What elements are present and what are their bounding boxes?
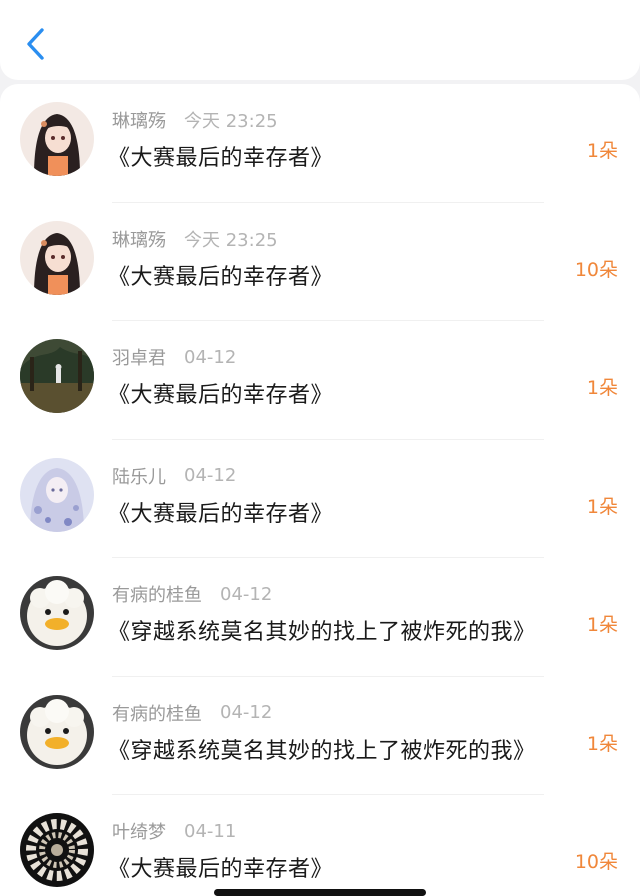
timestamp: 04-12 xyxy=(184,465,237,486)
home-indicator xyxy=(214,889,426,896)
list-item[interactable]: 羽卓君 04-12 《大赛最后的幸存者》 1朵 xyxy=(0,321,640,440)
flower-count: 1朵 xyxy=(586,495,618,518)
top-nav-bar xyxy=(0,0,640,80)
gift-record-list: 琳璃殇 今天 23:25 《大赛最后的幸存者》 1朵 琳璃殇 今天 23:25 … xyxy=(0,84,640,896)
list-item[interactable]: 叶绮梦 04-11 《大赛最后的幸存者》 10朵 xyxy=(0,795,640,896)
book-title: 《大赛最后的幸存者》 xyxy=(108,264,334,290)
timestamp: 04-12 xyxy=(220,583,273,605)
avatar[interactable] xyxy=(20,576,94,650)
username: 叶绮梦 xyxy=(112,822,166,843)
book-title: 《大赛最后的幸存者》 xyxy=(108,501,334,527)
avatar[interactable] xyxy=(20,813,94,887)
flower-count: 10朵 xyxy=(574,851,618,873)
timestamp: 04-12 xyxy=(220,702,273,723)
username: 羽卓君 xyxy=(112,348,166,369)
flower-count: 1朵 xyxy=(586,140,618,162)
list-item[interactable]: 有病的桂鱼 04-12 《穿越系统莫名其妙的找上了被炸死的我》 1朵 xyxy=(0,677,640,796)
username: 有病的桂鱼 xyxy=(112,703,202,725)
timestamp: 今天 23:25 xyxy=(184,229,278,251)
avatar[interactable] xyxy=(20,694,94,769)
avatar[interactable] xyxy=(20,457,94,532)
book-title: 《穿越系统莫名其妙的找上了被炸死的我》 xyxy=(108,738,536,764)
timestamp: 04-12 xyxy=(184,346,237,368)
book-title: 《大赛最后的幸存者》 xyxy=(108,383,334,408)
username: 琳璃殇 xyxy=(112,229,166,251)
book-title: 《大赛最后的幸存者》 xyxy=(108,146,334,171)
timestamp: 今天 23:25 xyxy=(184,111,278,132)
timestamp: 04-11 xyxy=(184,820,237,842)
avatar[interactable] xyxy=(20,220,94,295)
avatar[interactable] xyxy=(20,102,94,176)
avatar[interactable] xyxy=(20,339,94,413)
list-item[interactable]: 陆乐儿 04-12 《大赛最后的幸存者》 1朵 xyxy=(0,440,640,559)
list-item[interactable]: 琳璃殇 今天 23:25 《大赛最后的幸存者》 1朵 xyxy=(0,84,640,203)
chevron-left-icon xyxy=(27,28,44,60)
flower-count: 1朵 xyxy=(586,732,618,755)
username: 有病的桂鱼 xyxy=(112,585,202,606)
flower-count: 1朵 xyxy=(586,377,618,399)
list-item[interactable]: 琳璃殇 今天 23:25 《大赛最后的幸存者》 10朵 xyxy=(0,203,640,322)
book-title: 《大赛最后的幸存者》 xyxy=(108,857,334,882)
list-item[interactable]: 有病的桂鱼 04-12 《穿越系统莫名其妙的找上了被炸死的我》 1朵 xyxy=(0,558,640,677)
flower-count: 10朵 xyxy=(574,258,618,281)
back-button[interactable] xyxy=(18,26,54,62)
username: 琳璃殇 xyxy=(112,111,166,132)
book-title: 《穿越系统莫名其妙的找上了被炸死的我》 xyxy=(108,620,536,645)
username: 陆乐儿 xyxy=(112,466,166,488)
flower-count: 1朵 xyxy=(586,614,618,636)
